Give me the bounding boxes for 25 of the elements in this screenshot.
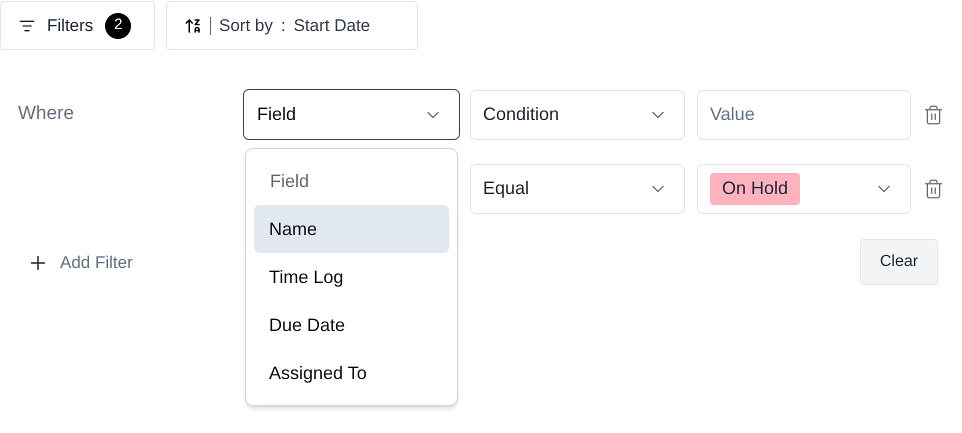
delete-icon[interactable] — [923, 104, 944, 126]
sort-icon — [184, 16, 202, 34]
where-label: Where — [18, 103, 74, 124]
value-select[interactable]: On Hold — [697, 164, 911, 214]
condition-select[interactable]: Equal — [470, 164, 685, 214]
delete-icon[interactable] — [923, 178, 944, 200]
menu-option[interactable]: Assigned To — [254, 349, 449, 397]
add-filter-button[interactable]: Add Filter — [27, 250, 133, 276]
value-field[interactable]: Value — [697, 90, 911, 140]
filters-label: Filters — [47, 14, 94, 37]
sort-button[interactable]: Sort by : Start Date — [166, 1, 418, 50]
filter-icon — [19, 18, 35, 34]
clear-button[interactable]: Clear — [860, 239, 938, 285]
menu-option[interactable]: Due Date — [254, 301, 449, 349]
field-select[interactable]: Field — [243, 89, 460, 140]
sort-label: Sort by — [219, 14, 273, 37]
filters-button[interactable]: Filters 2 — [0, 1, 155, 50]
menu-header: Field — [269, 170, 310, 192]
menu-option[interactable]: Name — [254, 205, 449, 253]
count-badge: 2 — [105, 12, 132, 38]
sort-value: Start Date — [294, 14, 370, 37]
condition-select[interactable]: Condition — [470, 90, 685, 140]
menu-option[interactable]: Time Log — [254, 253, 449, 301]
sort-separator: : — [280, 14, 286, 37]
status-tag: On Hold — [710, 172, 800, 204]
